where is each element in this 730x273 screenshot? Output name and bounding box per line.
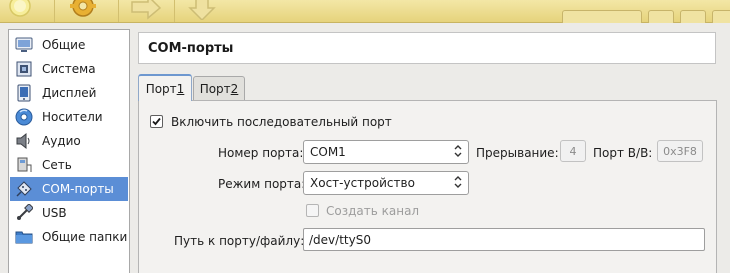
sidebar-item-label: Аудио [42,134,81,148]
toolbar-separator [118,0,119,22]
tab-label: Порт [145,81,177,96]
sidebar-item-label: Носители [42,110,103,124]
tab-port-2[interactable]: Порт 2 [193,76,245,100]
port-path-label: Путь к порту/файлу: [174,234,305,248]
display-icon [17,84,31,102]
io-port-label: Порт В/В: [593,146,653,160]
system-chip-icon [16,61,32,77]
sidebar-item-label: Общие папки [42,230,128,244]
sidebar-item-shared-folders[interactable]: Общие папки [10,225,128,249]
port-mode-value: Хост-устройство [310,176,415,190]
chevron-updown-icon [454,145,462,157]
io-port-field[interactable]: 0x3F8 [657,140,703,162]
sidebar-item-display[interactable]: Дисплей [10,81,128,105]
toolbar-separator [174,0,175,22]
port-number-select[interactable]: COM1 [303,140,469,164]
irq-field[interactable]: 4 [560,140,586,162]
sidebar-item-com-ports[interactable]: COM-порты [10,177,128,201]
toolbar-separator [54,0,55,22]
serial-port-icon [16,181,32,197]
sun-icon[interactable] [4,0,34,20]
port-number-value: COM1 [310,145,346,159]
port-path-input[interactable]: /dev/ttyS0 [303,228,705,251]
port-path-value: /dev/ttyS0 [309,233,371,247]
sidebar-item-label: Общие [42,38,86,52]
tab-port-1[interactable]: Порт 1 [138,74,192,101]
create-pipe-label: Создать канал [326,204,420,218]
network-icon [17,157,32,172]
irq-value: 4 [569,144,577,158]
enable-port-label[interactable]: Включить последовательный порт [171,115,392,129]
arrow-down-icon[interactable] [185,0,219,20]
irq-label: Прерывание: [476,146,559,160]
tab-label-accelerator: 1 [176,81,185,96]
enable-port-checkbox[interactable] [150,115,163,128]
toolbar-button[interactable] [712,10,730,23]
general-monitor-icon [15,37,33,52]
toolbar-panel[interactable] [562,10,642,23]
sidebar-item-usb[interactable]: USB [10,201,128,225]
port-number-label: Номер порта: [218,146,304,160]
toolbar-button[interactable] [648,10,674,23]
storage-disk-icon [15,108,33,126]
settings-sidebar: Общие Система Дисплей Носители Аудио Сет… [8,29,130,273]
sidebar-item-label: USB [42,206,67,220]
sidebar-item-storage[interactable]: Носители [10,105,128,129]
page-title-box: COM-порты [138,32,716,64]
checkmark-icon [152,117,161,126]
page-title: COM-порты [148,41,234,56]
sidebar-item-general[interactable]: Общие [10,33,128,57]
tab-label-accelerator: 2 [230,81,239,96]
sidebar-item-label: Сеть [42,158,72,172]
sidebar-item-label: Система [42,62,96,76]
io-port-value: 0x3F8 [663,144,697,158]
tab-label: Порт [199,81,231,96]
sidebar-item-system[interactable]: Система [10,57,128,81]
create-pipe-checkbox[interactable] [306,204,319,217]
sidebar-item-label: Дисплей [42,86,97,100]
sidebar-item-audio[interactable]: Аудио [10,129,128,153]
usb-icon [17,204,33,220]
toolbar [0,0,730,23]
port-mode-select[interactable]: Хост-устройство [303,171,469,195]
audio-speaker-icon [16,132,30,150]
port-mode-label: Режим порта: [218,177,306,191]
shared-folder-icon [15,231,33,244]
toolbar-button[interactable] [680,10,706,23]
arrow-right-icon[interactable] [128,0,162,20]
sidebar-item-label: COM-порты [42,182,114,196]
settings-gear-icon[interactable] [67,0,99,20]
sidebar-item-network[interactable]: Сеть [10,153,128,177]
chevron-updown-icon [454,176,462,188]
